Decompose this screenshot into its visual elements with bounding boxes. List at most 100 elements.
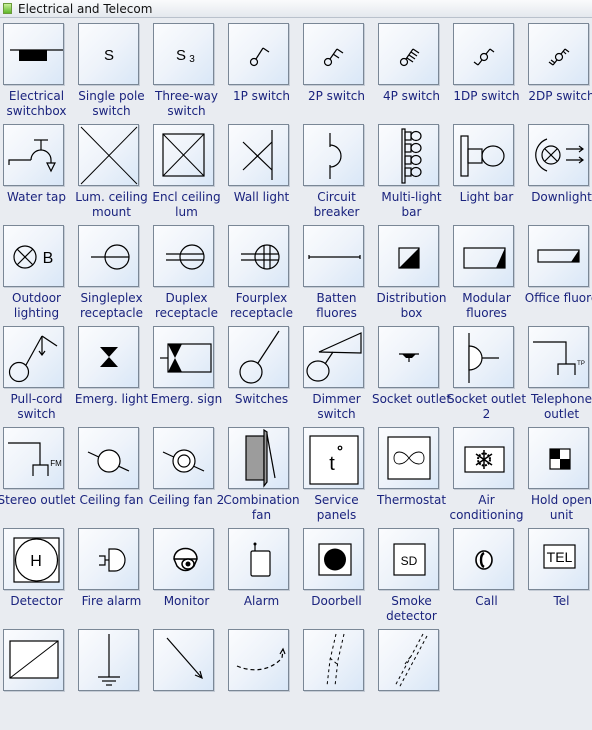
shape-item[interactable]: Batten fluores	[300, 225, 375, 326]
shape-item[interactable]: Socket outlet 2	[447, 326, 526, 427]
shape-item[interactable]: Emerg. light	[75, 326, 150, 427]
shape-item[interactable]: Lum. ceiling mount	[75, 124, 150, 225]
shape-tile[interactable]	[153, 225, 214, 287]
shape-tile[interactable]	[78, 326, 139, 388]
shape-item[interactable]: Alarm	[225, 528, 300, 629]
shape-item[interactable]: 2DP switch	[525, 23, 592, 124]
shape-tile[interactable]	[78, 124, 139, 186]
shape-tile[interactable]	[228, 629, 289, 691]
shape-item[interactable]: H Detector	[0, 528, 75, 629]
shape-tile[interactable]: H	[3, 528, 64, 590]
shape-item[interactable]: Office fluore	[525, 225, 592, 326]
shape-item[interactable]: 2P switch	[300, 23, 375, 124]
shape-item[interactable]: Electrical switchbox	[0, 23, 75, 124]
shape-item[interactable]: S 3 Three-way switch	[150, 23, 225, 124]
shape-item[interactable]	[225, 629, 300, 730]
shape-item[interactable]: Pull-cord switch	[0, 326, 75, 427]
shape-tile[interactable]	[78, 225, 139, 287]
shape-tile[interactable]	[378, 326, 439, 388]
shape-tile[interactable]	[528, 225, 589, 287]
shape-tile[interactable]: B	[3, 225, 64, 287]
shape-tile[interactable]	[228, 427, 289, 489]
shape-tile[interactable]	[378, 629, 439, 691]
shape-tile[interactable]: TEL	[528, 528, 589, 590]
shape-tile[interactable]	[228, 23, 289, 85]
shape-tile[interactable]	[453, 528, 514, 590]
shape-item[interactable]: Duplex receptacle	[150, 225, 225, 326]
shape-tile[interactable]	[303, 124, 364, 186]
shape-item[interactable]: S Single pole switch	[75, 23, 150, 124]
shape-item[interactable]: Air conditioning	[449, 427, 525, 528]
shape-item[interactable]: Call	[450, 528, 525, 629]
shape-item[interactable]: Socket outlet	[372, 326, 451, 427]
shape-item[interactable]: SD Smoke detector	[375, 528, 450, 629]
shape-item[interactable]: FM Stereo outlet	[0, 427, 76, 528]
shape-tile[interactable]	[378, 124, 439, 186]
shape-item[interactable]	[75, 629, 150, 730]
shape-item[interactable]	[300, 629, 375, 730]
shape-item[interactable]: Fourplex receptacle	[225, 225, 300, 326]
shape-tile[interactable]: S3	[153, 23, 214, 85]
shape-item[interactable]: Wall light	[225, 124, 300, 225]
shape-tile[interactable]	[303, 225, 364, 287]
shape-tile[interactable]	[453, 225, 514, 287]
shape-tile[interactable]	[153, 629, 214, 691]
shape-tile[interactable]	[378, 23, 439, 85]
shape-tile[interactable]	[303, 528, 364, 590]
shape-item[interactable]: 4P switch	[375, 23, 450, 124]
shape-item[interactable]: t Service panels	[300, 427, 375, 528]
shape-item[interactable]: Modular fluores	[450, 225, 525, 326]
shape-tile[interactable]	[528, 23, 589, 85]
shape-tile[interactable]	[228, 528, 289, 590]
shape-item[interactable]: Ceiling fan	[75, 427, 150, 528]
shape-item[interactable]: Singleplex receptacle	[75, 225, 150, 326]
shape-item[interactable]: Monitor	[150, 528, 225, 629]
shape-item[interactable]: Water tap	[0, 124, 75, 225]
shape-item[interactable]: B Outdoor lighting	[0, 225, 75, 326]
shape-item[interactable]: Dimmer switch	[300, 326, 375, 427]
shape-item[interactable]: Thermostat	[375, 427, 450, 528]
shape-item[interactable]: Doorbell	[300, 528, 375, 629]
shape-tile[interactable]: FM	[3, 427, 64, 489]
shape-tile[interactable]	[3, 124, 64, 186]
shape-tile[interactable]	[303, 629, 364, 691]
shape-item[interactable]: TP Telephone outlet	[525, 326, 592, 427]
shape-item[interactable]: Ceiling fan 2	[149, 427, 225, 528]
shape-tile[interactable]	[528, 124, 589, 186]
shape-tile[interactable]	[453, 326, 514, 388]
shape-item[interactable]: 1DP switch	[450, 23, 525, 124]
shape-tile[interactable]	[453, 23, 514, 85]
shape-item[interactable]	[150, 629, 225, 730]
shape-tile[interactable]	[78, 629, 139, 691]
shape-item[interactable]: Circuit breaker	[300, 124, 375, 225]
shape-item[interactable]	[0, 629, 75, 730]
shape-tile[interactable]	[378, 225, 439, 287]
shape-tile[interactable]	[153, 427, 214, 489]
shape-tile[interactable]	[453, 124, 514, 186]
shape-item[interactable]: Emerg. sign	[150, 326, 225, 427]
shape-tile[interactable]: S	[78, 23, 139, 85]
shape-tile[interactable]: TP	[528, 326, 589, 388]
shape-item[interactable]: Distribution box	[375, 225, 450, 326]
shape-tile[interactable]	[153, 124, 214, 186]
shape-item[interactable]: Combination fan	[223, 427, 300, 528]
shape-item[interactable]: Multi-light bar	[375, 124, 450, 225]
shape-tile[interactable]	[303, 326, 364, 388]
shape-item[interactable]: Fire alarm	[75, 528, 150, 629]
shape-tile[interactable]	[3, 326, 64, 388]
shape-tile[interactable]	[3, 629, 64, 691]
shape-tile[interactable]	[153, 528, 214, 590]
shape-item[interactable]: Light bar	[450, 124, 525, 225]
shape-tile[interactable]	[378, 427, 439, 489]
shape-tile[interactable]	[153, 326, 214, 388]
shape-tile[interactable]	[78, 528, 139, 590]
shape-item[interactable]: Encl ceiling lum	[150, 124, 225, 225]
shape-tile[interactable]	[228, 124, 289, 186]
shape-tile[interactable]: t	[303, 427, 364, 489]
shape-item[interactable]: Switches	[225, 326, 300, 427]
shape-tile[interactable]	[453, 427, 514, 489]
shape-tile[interactable]	[303, 23, 364, 85]
shape-item[interactable]: TEL Tel	[525, 528, 592, 629]
shape-item[interactable]: Downlight	[525, 124, 592, 225]
shape-tile[interactable]	[3, 23, 64, 85]
